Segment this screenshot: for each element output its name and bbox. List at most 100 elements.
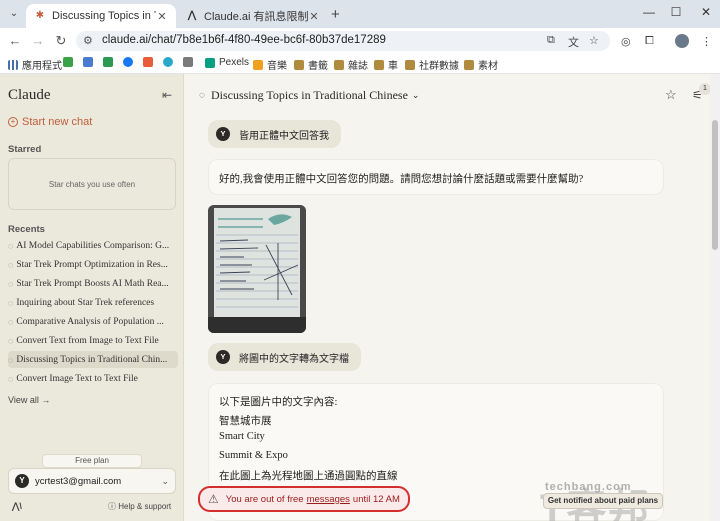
browser-toolbar: ← → ↻ ⚙ claude.ai/chat/7b8e1b6f-4f80-49e… [0, 28, 720, 54]
recent-chat-item[interactable]: ◌ Star Trek Prompt Optimization in Res... [8, 256, 178, 273]
bookmark-icon-5[interactable] [143, 57, 157, 67]
site-icon [83, 57, 93, 67]
bookmark-star-icon[interactable]: ☆ [589, 34, 599, 47]
recent-chat-title: Convert Image Text to Text File [16, 373, 138, 384]
bookmark-icon-1[interactable] [63, 57, 77, 67]
maximize-icon[interactable]: ☐ [667, 5, 685, 19]
reload-icon[interactable]: ↻ [52, 32, 70, 50]
bookmark-pexels[interactable]: Pexels [205, 57, 249, 68]
recent-chat-title: Inquiring about Star Trek references [16, 297, 155, 308]
recent-chat-title: AI Model Capabilities Comparison: G... [16, 240, 170, 251]
forward-icon[interactable]: → [29, 32, 47, 50]
recent-chat-item[interactable]: ◌ Convert Text from Image to Text File [8, 332, 178, 349]
assistant-line: Smart City [219, 431, 265, 442]
uploaded-handwriting-image[interactable] [208, 205, 306, 333]
star-chat-icon[interactable]: ☆ [665, 87, 677, 103]
extensions-icon[interactable]: ⧠ [645, 35, 654, 48]
bookmark-apps[interactable]: 應用程式 [8, 57, 62, 72]
cast-icon[interactable]: ⧉ [547, 34, 555, 47]
bookmark-icon-6[interactable] [163, 57, 177, 67]
address-bar[interactable]: ⚙ claude.ai/chat/7b8e1b6f-4f80-49ee-bc6f… [76, 31, 610, 51]
chat-main: ◌ Discussing Topics in Traditional Chine… [185, 74, 711, 521]
collapse-sidebar-icon[interactable]: ⇤ [162, 88, 172, 102]
starred-empty-text: Star chats you use often [48, 179, 136, 189]
starred-empty-box: Star chats you use often [8, 158, 176, 210]
bookmark-icon-3[interactable] [103, 57, 117, 67]
music-icon [253, 59, 263, 70]
bookmark-label: 應用程式 [22, 61, 62, 72]
assistant-line: 以下是圖片中的文字內容: [219, 397, 338, 408]
close-tab-icon[interactable]: ✕ [308, 10, 320, 23]
messages-link[interactable]: messages [307, 494, 350, 505]
more-menu-icon[interactable]: ⋮ [701, 35, 712, 48]
claude-logo[interactable]: Claude [8, 87, 51, 104]
bookmark-icon-7[interactable] [183, 57, 197, 67]
warning-triangle-icon: ⚠ [208, 492, 219, 506]
bookmark-icon-2[interactable] [83, 57, 97, 67]
close-window-icon[interactable]: ✕ [697, 5, 715, 19]
notify-paid-plans-button[interactable]: Get notified about paid plans [543, 493, 663, 509]
lens-icon[interactable]: ◎ [621, 35, 631, 48]
tab-claude-chat[interactable]: ✱ Discussing Topics in Traditional ✕ [26, 4, 176, 28]
tab-article[interactable]: ⋀ Claude.ai 有訊息限制嗎？| 人為 ✕ [178, 4, 328, 28]
minimize-icon[interactable]: — [640, 5, 658, 19]
chevron-down-icon: ⌄ [161, 475, 169, 486]
chat-bubble-icon: ◌ [8, 278, 14, 289]
tab-search-chevron-icon[interactable]: ⌄ [6, 6, 22, 22]
start-new-chat-button[interactable]: + Start new chat [8, 116, 92, 128]
claude-favicon-icon: ✱ [35, 10, 45, 21]
bookmark-folder-material[interactable]: 素材 [464, 57, 498, 72]
recent-chat-item[interactable]: ◌ AI Model Capabilities Comparison: G... [8, 237, 178, 254]
chat-title-menu[interactable]: ◌ Discussing Topics in Traditional Chine… [199, 88, 419, 103]
user-account-menu[interactable]: Y ycrtest3@gmail.com ⌄ [8, 468, 176, 494]
techbang-watermark-url: techbang.com [545, 481, 632, 493]
assistant-line: 智慧城市展 [219, 415, 272, 427]
new-tab-icon[interactable]: + [331, 6, 340, 23]
notebook-photo-icon [208, 205, 306, 333]
scrollbar-thumb[interactable] [712, 120, 718, 250]
folder-icon [374, 59, 384, 70]
translate-icon[interactable]: 文 [568, 34, 579, 50]
bookmark-label: 音樂 [267, 61, 287, 72]
recent-chat-title: Convert Text from Image to Text File [16, 335, 159, 346]
leaf-icon [63, 57, 73, 67]
bookmark-folder-car[interactable]: 車 [374, 57, 398, 72]
chat-scrollbar[interactable] [710, 74, 720, 521]
bookmark-folder-social[interactable]: 社群數據 [405, 57, 459, 72]
browser-tab-bar: ⌄ ✱ Discussing Topics in Traditional ✕ ⋀… [0, 0, 720, 28]
claude-app: Claude ⇤ + Start new chat Starred Star c… [0, 74, 720, 521]
bookmark-music[interactable]: 音樂 [253, 57, 287, 72]
bookmark-label: 素材 [478, 61, 498, 72]
recent-chat-title: Comparative Analysis of Population ... [16, 316, 164, 327]
bookmark-icon-4[interactable] [123, 57, 137, 67]
site-icon [163, 57, 173, 67]
bookmark-folder-magazine[interactable]: 雜誌 [334, 57, 368, 72]
recent-chat-item[interactable]: ◌ Convert Image Text to Text File [8, 370, 178, 387]
recent-chat-item-selected[interactable]: ◌ Discussing Topics in Traditional Chin..… [8, 351, 178, 368]
bookmark-label: 書籤 [308, 61, 328, 72]
recent-chat-item[interactable]: ◌ Star Trek Prompt Boosts AI Math Rea... [8, 275, 178, 292]
starred-heading: Starred [8, 144, 42, 155]
view-all-link[interactable]: View all → [8, 395, 50, 405]
ai-favicon-icon: ⋀ [187, 10, 197, 21]
chat-bubble-icon: ◌ [199, 90, 205, 101]
recent-chat-item[interactable]: ◌ Comparative Analysis of Population ... [8, 313, 178, 330]
recent-chat-item[interactable]: ◌ Inquiring about Star Trek references [8, 294, 178, 311]
user-message-text: 將圖中的文字轉為文字檔 [239, 353, 349, 365]
site-icon [183, 57, 193, 67]
bookmark-label: 車 [388, 61, 398, 72]
anthropic-logo-icon: ⋀\ [12, 501, 22, 511]
close-tab-icon[interactable]: ✕ [156, 10, 168, 23]
chat-bubble-icon: ◌ [8, 354, 14, 365]
pexels-icon [205, 57, 215, 68]
bookmark-folder-books[interactable]: 書籤 [294, 57, 328, 72]
plan-badge: Free plan [42, 454, 142, 468]
site-settings-icon[interactable]: ⚙ [83, 34, 93, 47]
message-limit-banner: ⚠ You are out of free messages until 12 … [198, 486, 410, 512]
help-support-link[interactable]: ⓘ Help & support [108, 501, 171, 512]
back-icon[interactable]: ← [6, 32, 24, 50]
url-text[interactable]: claude.ai/chat/7b8e1b6f-4f80-49ee-bc6f-8… [102, 34, 386, 46]
user-message: Y 皆用正體中文回答我 [208, 120, 341, 148]
bookmarks-bar: 應用程式 Pexels 音樂 書籤 雜誌 車 社群數據 素材 [0, 54, 720, 74]
profile-avatar[interactable] [675, 34, 689, 48]
